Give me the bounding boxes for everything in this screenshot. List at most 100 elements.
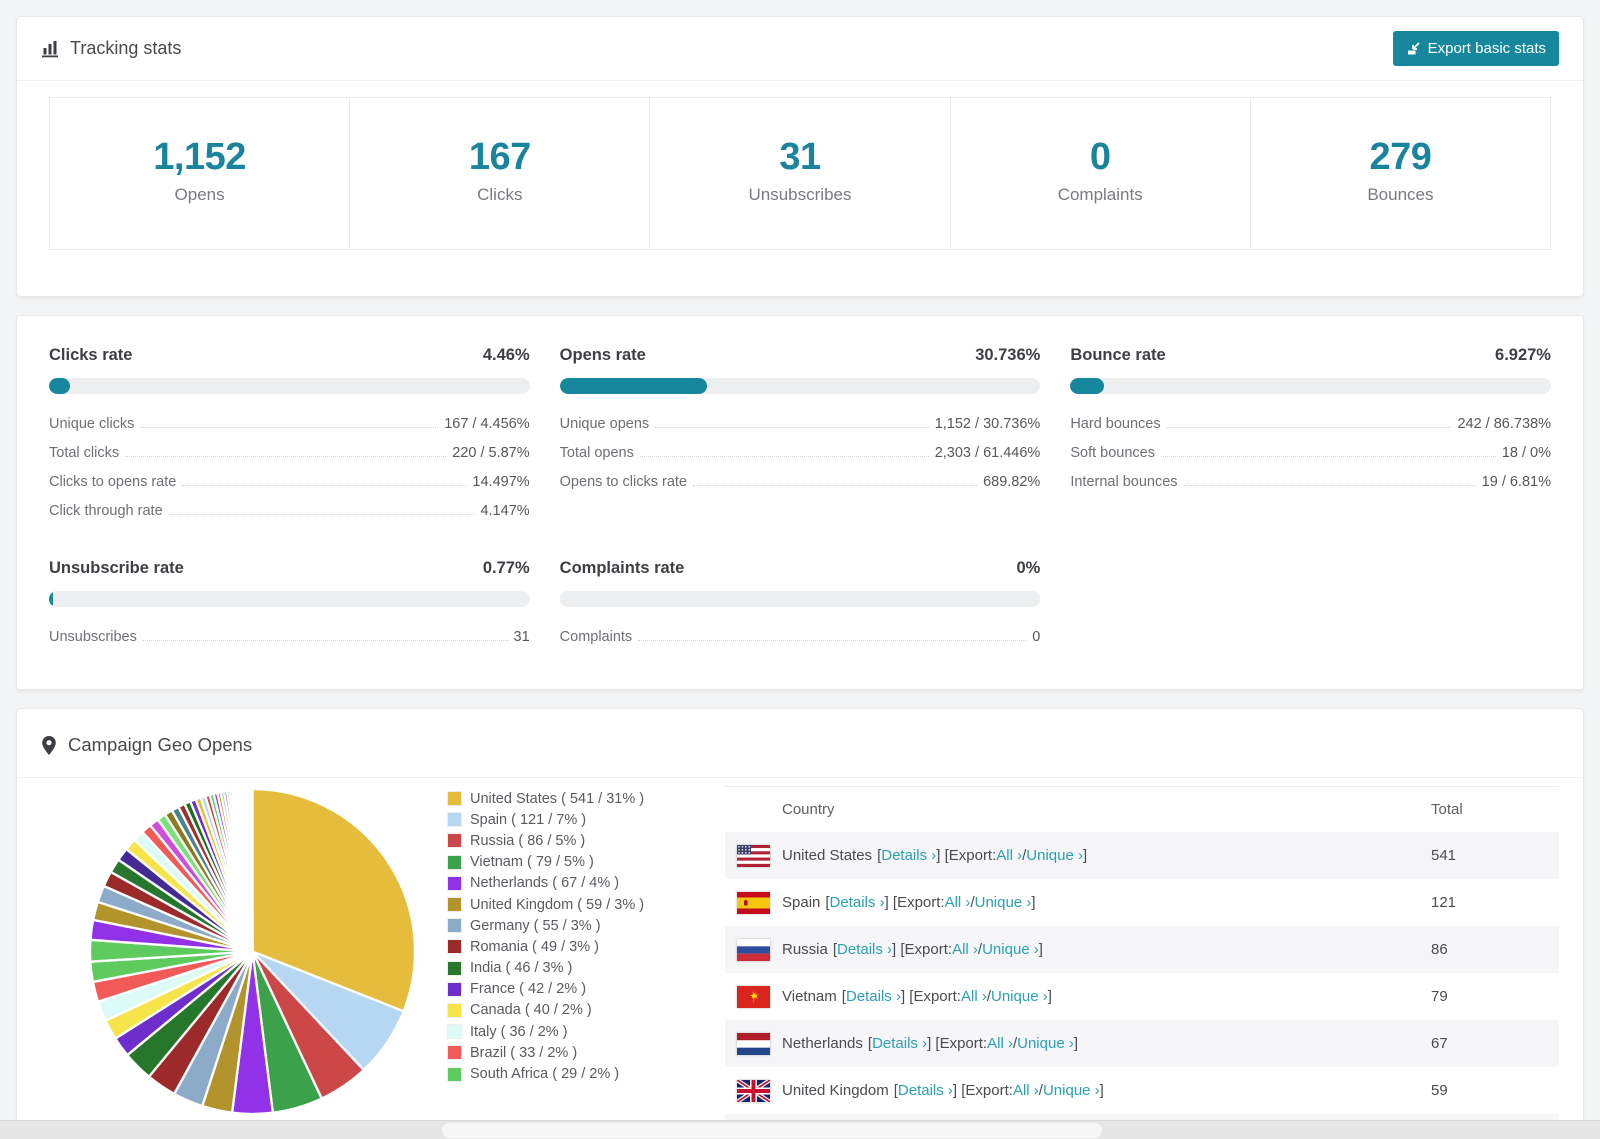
table-row-gb: United Kingdom[Details ›] [Export: All ›…	[725, 1067, 1559, 1114]
legend-item: Italy ( 36 / 2% )	[448, 1021, 713, 1042]
table-row-ru: Russia[Details ›] [Export: All › / Uniqu…	[725, 926, 1559, 973]
legend-swatch-icon	[448, 898, 461, 912]
country-cell: Russia[Details ›] [Export: All › / Uniqu…	[725, 938, 1431, 961]
stat-label: Bounces	[1367, 185, 1434, 204]
rate-row-value: 689.82%	[983, 473, 1041, 490]
legend-item: United States ( 541 / 31% )	[448, 788, 713, 809]
tracking-stats-title: Tracking stats	[41, 38, 181, 59]
rate-row-label: Hard bounces	[1070, 415, 1161, 432]
details-link[interactable]: Details ›	[872, 1035, 927, 1052]
rate-block-opens-rate: Opens rate 30.736% Unique opens 1,152 / 30.…	[559, 346, 1041, 525]
details-link[interactable]: Details ›	[898, 1082, 953, 1099]
export-unique-link[interactable]: Unique ›	[982, 941, 1039, 958]
rate-title: Complaints rate	[559, 559, 685, 577]
horizontal-scrollbar-track[interactable]	[0, 1120, 1600, 1139]
legend-label: South Africa ( 29 / 2% )	[470, 1066, 620, 1083]
export-unique-link[interactable]: Unique ›	[1017, 1035, 1074, 1052]
tracking-stats-card: Tracking stats Export basic stats 1,152 O…	[16, 16, 1584, 297]
legend-item: Brazil ( 33 / 2% )	[448, 1042, 713, 1063]
dotted-leader	[692, 484, 978, 486]
rate-row-label: Click through rate	[49, 502, 163, 519]
legend-swatch-icon	[448, 919, 461, 933]
table-row-nl: Netherlands[Details ›] [Export: All › / …	[725, 1020, 1559, 1067]
rate-row-label: Clicks to opens rate	[49, 473, 177, 490]
horizontal-scrollbar-thumb[interactable]	[442, 1123, 1102, 1138]
export-unique-link[interactable]: Unique ›	[975, 894, 1032, 911]
rate-detail-row: Opens to clicks rate 689.82%	[560, 467, 1041, 496]
table-row-vn: Vietnam[Details ›] [Export: All › / Uniq…	[725, 973, 1559, 1020]
export-all-link[interactable]: All ›	[945, 894, 971, 911]
rate-head: Opens rate 30.736%	[560, 346, 1041, 365]
rate-detail-row: Unique clicks 167 / 4.456%	[49, 409, 530, 438]
rate-row-label: Unique opens	[559, 415, 650, 432]
country-cell: Netherlands[Details ›] [Export: All › / …	[725, 1032, 1431, 1055]
dotted-leader	[655, 426, 929, 428]
table-row-es: Spain[Details ›] [Export: All › / Unique…	[725, 879, 1559, 926]
details-link[interactable]: Details ›	[837, 941, 892, 958]
rate-row-value: 2,303 / 61.446%	[934, 444, 1041, 461]
map-pin-icon	[42, 735, 56, 755]
country-cell: Spain[Details ›] [Export: All › / Unique…	[725, 891, 1431, 914]
export-all-link[interactable]: All ›	[952, 941, 978, 958]
rate-row-value: 167 / 4.456%	[444, 415, 530, 432]
rate-rows: Hard bounces 242 / 86.738% Soft bounces 18 …	[1070, 409, 1551, 496]
progress-bar-track	[49, 378, 530, 394]
dotted-leader	[1166, 426, 1452, 428]
legend-item: India ( 46 / 3% )	[448, 958, 713, 979]
rate-value: 0%	[1016, 559, 1041, 577]
export-all-link[interactable]: All ›	[996, 847, 1022, 864]
table-row-us: United States[Details ›] [Export: All › …	[725, 832, 1559, 879]
legend-swatch-icon	[448, 982, 461, 996]
pie-chart-svg	[88, 787, 417, 1116]
export-unique-link[interactable]: Unique ›	[991, 988, 1048, 1005]
total-cell: 121	[1431, 894, 1457, 911]
nl-flag-icon	[737, 1032, 770, 1055]
rate-detail-row: Unique opens 1,152 / 30.736%	[560, 409, 1041, 438]
rate-row-label: Unsubscribes	[49, 628, 137, 645]
export-icon	[1407, 42, 1420, 55]
rate-detail-row: Complaints 0	[560, 622, 1041, 651]
details-link[interactable]: Details ›	[881, 847, 936, 864]
campaign-geo-opens-header: Campaign Geo Opens	[17, 709, 1583, 778]
country-cell: United States[Details ›] [Export: All › …	[725, 844, 1431, 867]
total-column-header: Total	[1431, 801, 1463, 818]
vn-flag-icon	[737, 985, 770, 1008]
rate-rows: Unique opens 1,152 / 30.736% Total opens 2,…	[560, 409, 1041, 496]
country-name: United States	[782, 847, 873, 864]
legend-label: United Kingdom ( 59 / 3% )	[470, 896, 645, 913]
rate-title: Bounce rate	[1070, 346, 1166, 364]
rate-row-label: Total clicks	[49, 444, 120, 461]
rate-title: Unsubscribe rate	[49, 559, 184, 577]
export-basic-stats-button[interactable]: Export basic stats	[1392, 31, 1559, 66]
total-cell: 59	[1431, 1082, 1448, 1099]
rate-row-value: 4.147%	[480, 502, 530, 519]
stat-cell-unsubscribes: 31 Unsubscribes	[649, 97, 951, 250]
us-flag-icon	[737, 844, 770, 867]
rate-row-value: 242 / 86.738%	[1457, 415, 1551, 432]
campaign-geo-opens-card: Campaign Geo Opens United States ( 541 /…	[16, 708, 1584, 1139]
legend-item: Romania ( 49 / 3% )	[448, 936, 713, 957]
geo-title: Campaign Geo Opens	[68, 734, 253, 755]
rate-row-value: 220 / 5.87%	[452, 444, 530, 461]
export-unique-link[interactable]: Unique ›	[1026, 847, 1083, 864]
stat-cell-clicks: 167 Clicks	[349, 97, 651, 250]
total-cell: 86	[1431, 941, 1448, 958]
export-all-link[interactable]: All ›	[1013, 1082, 1039, 1099]
legend-swatch-icon	[448, 792, 461, 806]
pie-legend: United States ( 541 / 31% ) Spain ( 121 /…	[448, 788, 713, 1139]
export-unique-link[interactable]: Unique ›	[1043, 1082, 1100, 1099]
total-cell: 79	[1431, 988, 1448, 1005]
export-all-link[interactable]: All ›	[961, 988, 987, 1005]
rate-head: Clicks rate 4.46%	[49, 346, 530, 365]
rate-row-value: 18 / 0%	[1501, 444, 1551, 461]
legend-swatch-icon	[448, 876, 461, 890]
stat-value: 279	[1369, 136, 1432, 178]
details-link[interactable]: Details ›	[830, 894, 885, 911]
legend-label: India ( 46 / 3% )	[470, 960, 573, 977]
legend-swatch-icon	[448, 1003, 461, 1017]
export-all-link[interactable]: All ›	[987, 1035, 1013, 1052]
details-link[interactable]: Details ›	[846, 988, 901, 1005]
stat-label: Complaints	[1057, 185, 1143, 204]
stat-label: Unsubscribes	[748, 185, 852, 204]
rate-row-value: 0	[1032, 628, 1041, 645]
